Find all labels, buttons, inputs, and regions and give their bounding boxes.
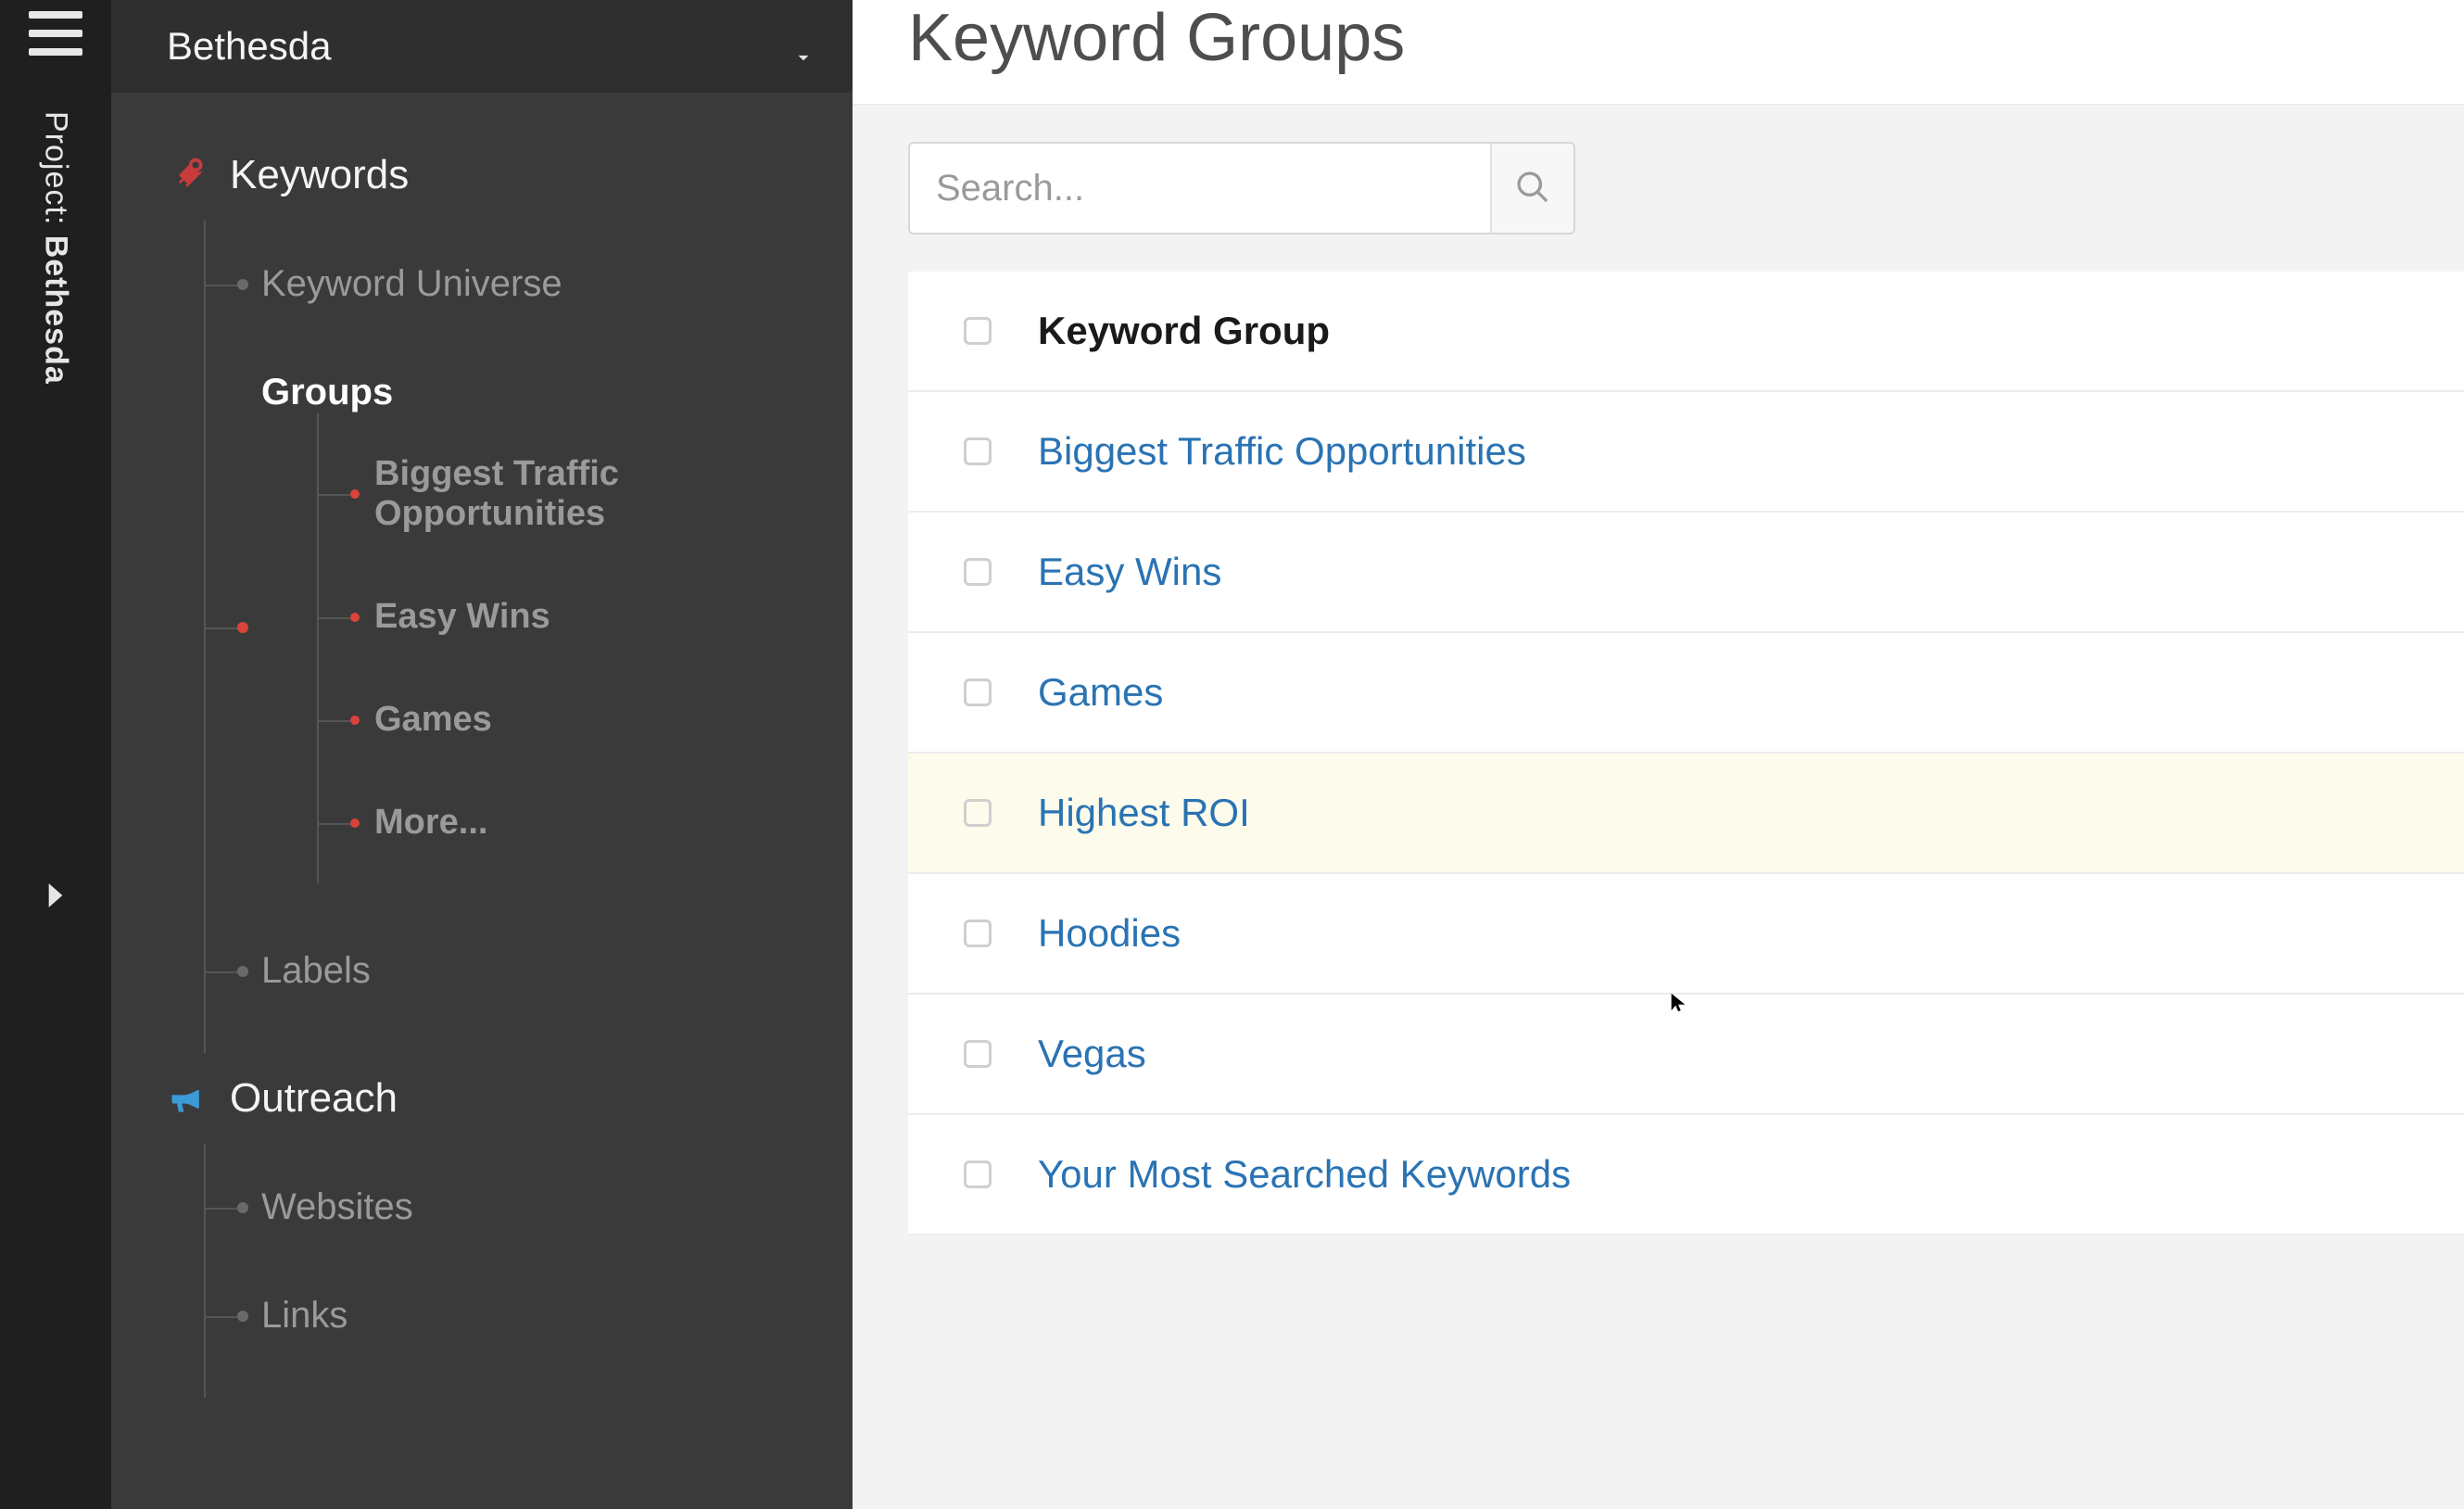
table-header-row: Keyword Group — [908, 272, 2464, 392]
sidebar-item-label: Groups — [261, 372, 393, 412]
sidebar-item-label: Links — [261, 1295, 347, 1336]
sidebar-section-keywords[interactable]: Keywords — [111, 130, 853, 221]
tree-dot — [237, 966, 248, 977]
search-input[interactable] — [910, 144, 1490, 233]
row-checkbox[interactable] — [964, 558, 992, 586]
main-content: Keyword Groups Keyword Group Biggest Tra… — [853, 0, 2464, 1509]
sidebar-outreach-tree: Websites Links — [204, 1144, 853, 1398]
tree-dot — [350, 818, 360, 828]
keyword-group-link[interactable]: Your Most Searched Keywords — [1038, 1152, 1571, 1197]
sidebar-subitem-easy-wins[interactable]: Easy Wins — [319, 565, 815, 668]
sidebar-section-outreach-label: Outreach — [230, 1075, 398, 1122]
project-select[interactable]: Bethesda — [111, 0, 853, 93]
keyword-group-table: Keyword Group Biggest Traffic Opportunit… — [908, 272, 2464, 1236]
sidebar-item-links[interactable]: Links — [206, 1262, 853, 1370]
sidebar-subitem-games[interactable]: Games — [319, 668, 815, 771]
table-row: Biggest Traffic Opportunities — [908, 392, 2464, 513]
table-row: Highest ROI — [908, 754, 2464, 874]
keyword-group-link[interactable]: Vegas — [1038, 1032, 1146, 1076]
sidebar-item-label: Keyword Universe — [261, 263, 562, 304]
bullhorn-icon — [167, 1078, 208, 1119]
hamburger-menu-icon[interactable] — [29, 11, 82, 56]
sidebar-item-keyword-universe[interactable]: Keyword Universe — [206, 230, 853, 338]
sidebar-item-websites[interactable]: Websites — [206, 1153, 853, 1262]
project-label: Project: — [39, 111, 74, 225]
keyword-group-link[interactable]: Highest ROI — [1038, 791, 1250, 835]
project-select-label: Bethesda — [167, 24, 331, 69]
key-icon — [167, 155, 208, 196]
project-indicator: Project: Bethesda — [38, 111, 74, 385]
toolbar — [853, 105, 2464, 272]
sidebar-subitem-label: Biggest Traffic Opportunities — [374, 454, 619, 533]
table-row: Easy Wins — [908, 513, 2464, 633]
keyword-group-link[interactable]: Easy Wins — [1038, 550, 1221, 594]
mouse-cursor-icon — [1668, 987, 1688, 1017]
sidebar-section-keywords-label: Keywords — [230, 152, 409, 198]
select-all-checkbox[interactable] — [964, 317, 992, 345]
sidebar-nav: Keywords Keyword Universe Groups Biggest… — [111, 93, 853, 1398]
caret-down-icon — [791, 34, 815, 58]
sidebar-expand-icon[interactable] — [35, 875, 76, 916]
left-rail: Project: Bethesda — [0, 0, 111, 1509]
tree-dot — [350, 489, 360, 499]
tree-dot — [237, 1311, 248, 1322]
sidebar-subitem-more[interactable]: More... — [319, 771, 815, 874]
table-row: Your Most Searched Keywords — [908, 1115, 2464, 1236]
project-name: Bethesda — [39, 235, 74, 385]
sidebar-groups-subtree: Biggest Traffic Opportunities Easy Wins … — [317, 413, 815, 883]
sidebar-item-labels[interactable]: Labels — [206, 917, 853, 1025]
sidebar-subitem-label: More... — [374, 803, 487, 842]
search-box — [908, 142, 1575, 235]
sidebar: Bethesda Keywords Keyword Universe — [111, 0, 853, 1509]
sidebar-item-label: Websites — [261, 1186, 413, 1227]
sidebar-item-label: Labels — [261, 950, 371, 991]
search-button[interactable] — [1490, 144, 1573, 233]
sidebar-item-groups[interactable]: Groups Biggest Traffic Opportunities Eas… — [206, 338, 853, 917]
sidebar-section-outreach[interactable]: Outreach — [111, 1053, 853, 1144]
tree-dot — [350, 716, 360, 725]
row-checkbox[interactable] — [964, 1160, 992, 1188]
row-checkbox[interactable] — [964, 799, 992, 827]
row-checkbox[interactable] — [964, 678, 992, 706]
row-checkbox[interactable] — [964, 1040, 992, 1068]
main-header: Keyword Groups — [853, 0, 2464, 105]
tree-dot — [237, 279, 248, 290]
table-row: Hoodies — [908, 874, 2464, 995]
row-checkbox[interactable] — [964, 919, 992, 947]
keyword-group-link[interactable]: Biggest Traffic Opportunities — [1038, 429, 1526, 474]
sidebar-keywords-tree: Keyword Universe Groups Biggest Traffic … — [204, 221, 853, 1053]
tree-dot — [350, 613, 360, 622]
page-title: Keyword Groups — [908, 0, 2408, 76]
row-checkbox[interactable] — [964, 437, 992, 465]
column-header-keyword-group: Keyword Group — [1038, 309, 1330, 353]
sidebar-subitem-label: Easy Wins — [374, 597, 550, 636]
tree-dot — [237, 622, 248, 633]
keyword-group-link[interactable]: Games — [1038, 670, 1163, 715]
sidebar-subitem-label: Games — [374, 700, 492, 739]
table-row: Games — [908, 633, 2464, 754]
sidebar-subitem-biggest-traffic[interactable]: Biggest Traffic Opportunities — [319, 423, 815, 565]
search-icon — [1514, 169, 1551, 209]
tree-dot — [237, 1202, 248, 1213]
keyword-group-link[interactable]: Hoodies — [1038, 911, 1181, 956]
